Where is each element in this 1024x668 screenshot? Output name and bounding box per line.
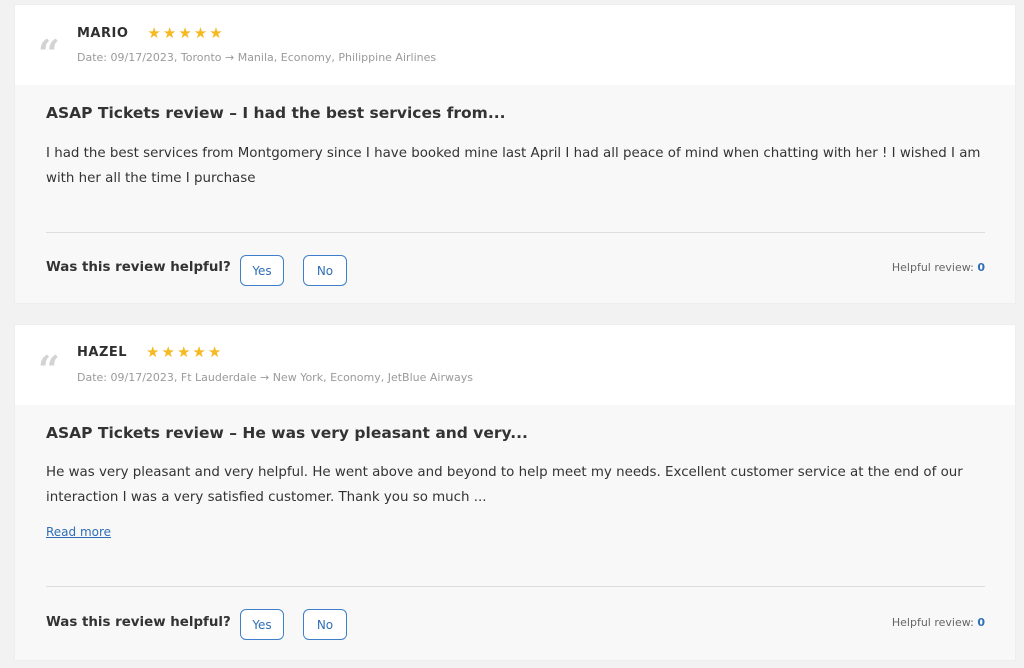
helpful-count: Helpful review: 0: [892, 616, 985, 629]
star-icon: ★: [192, 343, 206, 361]
review-header: “ HAZEL ★ ★ ★ ★ ★ Date: 09/17/2023, Ft L…: [15, 325, 1015, 405]
reviewer-name: MARIO: [77, 26, 129, 41]
star-icon: ★: [176, 343, 191, 361]
no-button[interactable]: No: [303, 255, 347, 286]
review-card: “ MARIO ★ ★ ★ ★ ★ Date: 09/17/2023, Toro…: [15, 5, 1015, 303]
star-icon: ★: [146, 343, 160, 361]
reviewer-name: HAZEL: [77, 345, 128, 360]
star-rating: ★ ★ ★ ★ ★: [146, 345, 221, 360]
star-icon: ★: [147, 24, 161, 42]
star-icon: ★: [161, 343, 175, 361]
read-more-link[interactable]: Read more: [46, 525, 111, 539]
yes-button[interactable]: Yes: [240, 609, 284, 640]
star-icon: ★: [193, 24, 208, 42]
star-icon: ★: [209, 24, 223, 42]
star-icon: ★: [207, 343, 222, 361]
no-button[interactable]: No: [303, 609, 347, 640]
quote-icon: “: [38, 347, 60, 392]
review-title: ASAP Tickets review – I had the best ser…: [46, 104, 506, 122]
helpful-count-value: 0: [977, 616, 985, 629]
review-card: “ HAZEL ★ ★ ★ ★ ★ Date: 09/17/2023, Ft L…: [15, 325, 1015, 660]
helpful-question: Was this review helpful?: [46, 260, 231, 275]
star-rating: ★ ★ ★ ★ ★: [147, 26, 222, 41]
review-title: ASAP Tickets review – He was very pleasa…: [46, 424, 528, 442]
helpful-question: Was this review helpful?: [46, 615, 231, 630]
review-header: “ MARIO ★ ★ ★ ★ ★ Date: 09/17/2023, Toro…: [15, 5, 1015, 85]
review-meta: Date: 09/17/2023, Toronto → Manila, Econ…: [77, 51, 437, 64]
yes-button[interactable]: Yes: [240, 255, 284, 286]
star-icon: ★: [162, 24, 177, 42]
review-meta: Date: 09/17/2023, Ft Lauderdale → New Yo…: [77, 371, 473, 384]
star-icon: ★: [178, 24, 192, 42]
helpful-count: Helpful review: 0: [892, 261, 985, 274]
helpful-count-value: 0: [977, 261, 985, 274]
review-body: He was very pleasant and very helpful. H…: [46, 465, 963, 505]
divider: [46, 586, 985, 587]
helpful-count-label: Helpful review:: [891, 616, 978, 629]
divider: [46, 232, 985, 233]
helpful-count-label: Helpful review:: [891, 261, 978, 274]
quote-icon: “: [38, 31, 60, 76]
review-body: I had the best services from Montgomery …: [46, 146, 981, 186]
